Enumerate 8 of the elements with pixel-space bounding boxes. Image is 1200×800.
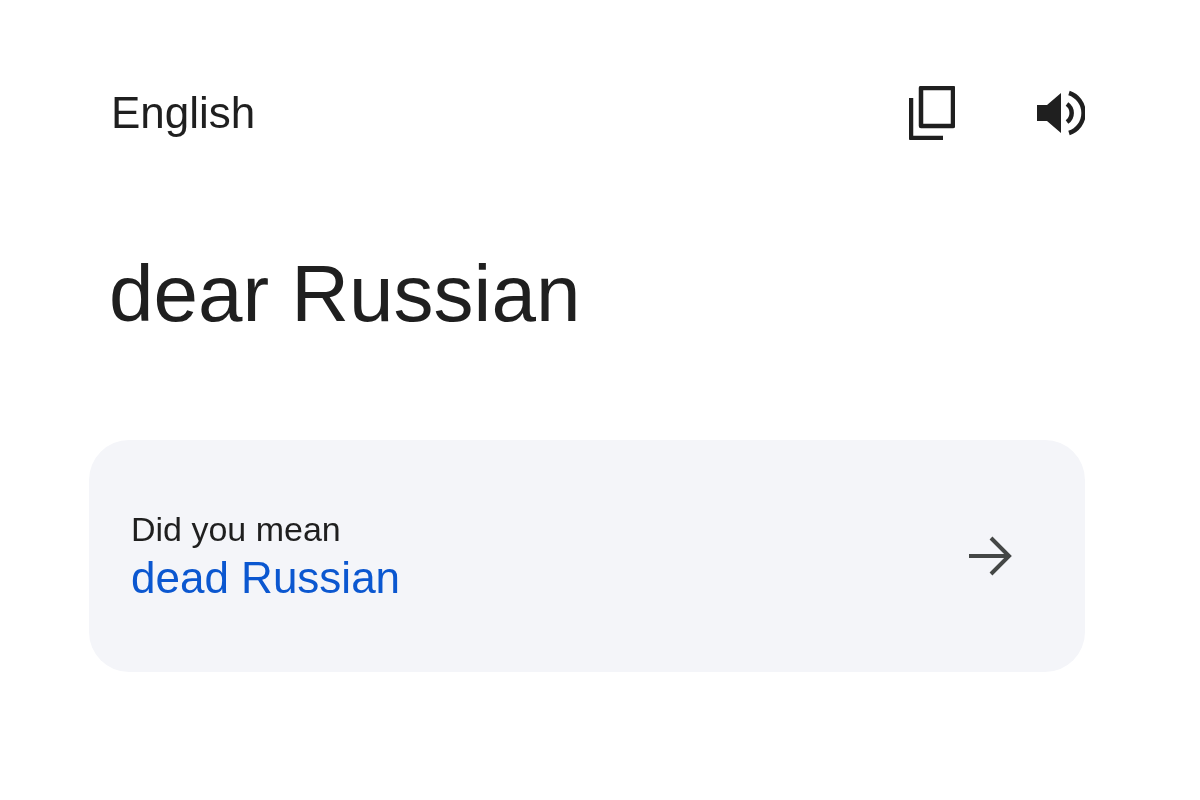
language-label: English <box>111 88 256 138</box>
source-text: dear Russian <box>108 254 582 334</box>
copy-icon[interactable] <box>909 86 955 140</box>
suggestion-link[interactable]: dead Russian <box>131 552 401 603</box>
speaker-icon[interactable] <box>1035 89 1085 137</box>
suggestion-label: Did you mean <box>131 509 342 549</box>
arrow-icon[interactable] <box>967 535 1013 577</box>
suggestion-card[interactable]: Did you mean dead Russian <box>89 440 1085 672</box>
